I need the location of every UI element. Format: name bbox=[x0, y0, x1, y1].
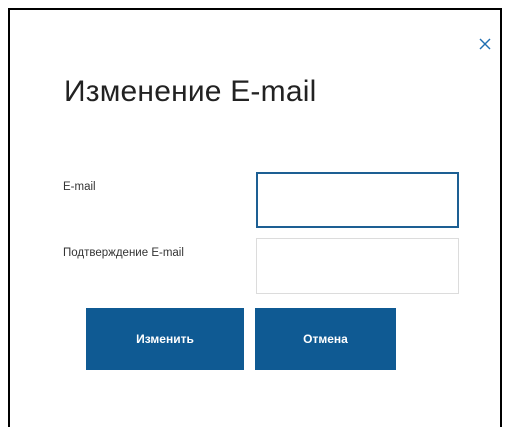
page: Изменение E-mail E-mail Подтверждение E-… bbox=[0, 0, 515, 427]
confirm-email-field[interactable] bbox=[256, 238, 459, 294]
close-icon-glyph bbox=[479, 38, 491, 50]
email-label: E-mail bbox=[63, 181, 96, 193]
cancel-button[interactable]: Отмена bbox=[255, 308, 396, 370]
change-button[interactable]: Изменить bbox=[86, 308, 244, 370]
change-button-label: Изменить bbox=[136, 332, 194, 346]
close-icon[interactable] bbox=[479, 38, 495, 54]
dialog-title: Изменение E-mail bbox=[64, 75, 317, 108]
cancel-button-label: Отмена bbox=[303, 332, 348, 346]
email-field[interactable] bbox=[256, 172, 459, 228]
confirm-email-label: Подтверждение E-mail bbox=[63, 247, 184, 259]
